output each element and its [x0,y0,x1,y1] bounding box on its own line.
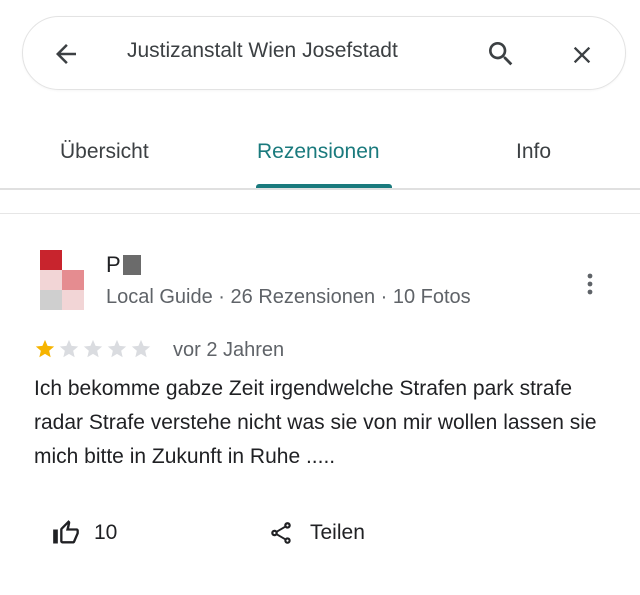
tab-reviews[interactable]: Rezensionen [257,140,380,164]
star-empty-icon [59,339,79,358]
thumb-up-icon [53,520,79,544]
divider [0,213,640,214]
reviewer-initial: P [106,252,121,277]
review-date: vor 2 Jahren [173,339,285,361]
search-icon[interactable] [485,38,517,70]
arrow-back-icon[interactable] [51,39,81,69]
star-empty-icon [83,339,103,358]
tab-bar: Übersicht Rezensionen Info [0,120,640,190]
search-bar[interactable]: Justizanstalt Wien Josefstadt [22,16,626,90]
review-text: Ich bekomme gabze Zeit irgendwelche Stra… [34,377,597,468]
more-vertical-icon[interactable] [580,270,600,298]
redacted-name-block [122,255,141,275]
like-button[interactable]: 10 [52,519,117,547]
share-icon [271,522,291,544]
tab-overview[interactable]: Übersicht [60,140,149,164]
star-empty-icon [107,339,127,358]
search-query[interactable]: Justizanstalt Wien Josefstadt [127,39,398,63]
avatar[interactable] [40,250,84,310]
star-empty-icon [131,339,151,358]
star-filled-icon [35,339,55,358]
star-rating [34,338,152,360]
share-label: Teilen [310,521,365,544]
share-button[interactable]: Teilen [268,519,365,547]
like-count: 10 [94,521,118,544]
tab-info[interactable]: Info [516,140,551,164]
active-tab-indicator [256,184,392,188]
reviewer-meta: Local Guide · 26 Rezensionen · 10 Fotos [106,286,471,308]
reviewer-name[interactable]: P [106,252,141,278]
close-icon[interactable] [568,41,596,69]
